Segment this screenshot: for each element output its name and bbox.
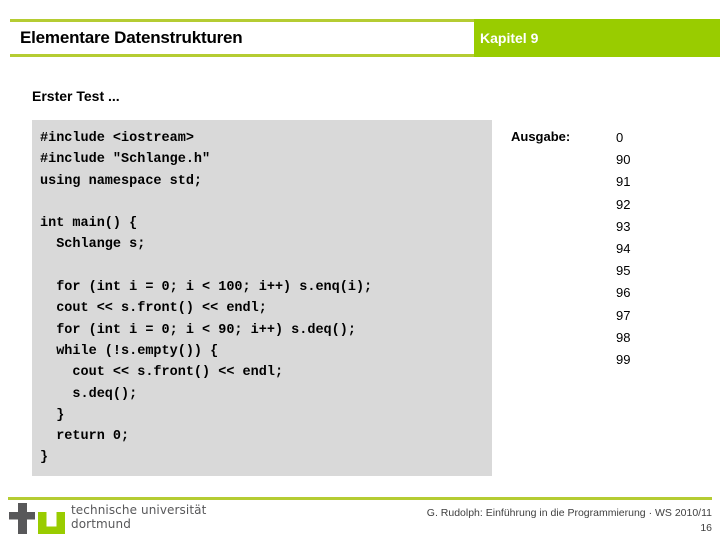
output-value: 90 xyxy=(616,152,631,168)
output-value: 99 xyxy=(616,351,631,367)
page-title: Elementare Datenstrukturen xyxy=(20,28,243,47)
output-value: 91 xyxy=(616,174,631,190)
output-value: 97 xyxy=(616,307,631,323)
code-line: int main() { xyxy=(40,216,138,232)
tu-logo-wordmark: technische universität dortmund xyxy=(71,503,207,531)
header-title-box: Elementare Datenstrukturen xyxy=(10,19,474,57)
output-value: 96 xyxy=(616,285,631,301)
code-line: #include <iostream> xyxy=(40,131,194,146)
code-line: cout << s.front() << endl; xyxy=(40,365,284,381)
code-line: #include "Schlange.h" xyxy=(40,152,211,168)
output-value: 95 xyxy=(616,263,631,279)
output-value: 92 xyxy=(616,196,631,212)
footer-credit: G. Rudolph: Einführung in die Programmie… xyxy=(426,507,712,519)
code-line: s.deq(); xyxy=(40,386,138,402)
output-value: 94 xyxy=(616,240,631,256)
code-line: return 0; xyxy=(40,429,130,445)
tu-logo-line2: dortmund xyxy=(71,516,131,531)
output-value: 0 xyxy=(616,130,624,145)
page-number: 16 xyxy=(700,522,712,534)
section-heading: Erster Test ... xyxy=(32,88,120,104)
output-value: 98 xyxy=(616,329,631,345)
output-value: 93 xyxy=(616,218,631,234)
tu-logo-line1: technische universität xyxy=(71,503,207,517)
code-line: for (int i = 0; i < 100; i++) s.enq(i); xyxy=(40,280,373,296)
chapter-label: Kapitel 9 xyxy=(480,30,539,46)
footer-divider xyxy=(8,497,712,500)
code-line: while (!s.empty()) { xyxy=(40,343,219,359)
code-line: } xyxy=(40,407,65,423)
code-line: using namespace std; xyxy=(40,173,203,189)
tu-dortmund-logo: technische universität dortmund xyxy=(9,503,206,535)
code-line: for (int i = 0; i < 90; i++) s.deq(); xyxy=(40,322,356,338)
page-header: Elementare Datenstrukturen Kapitel 9 xyxy=(0,19,720,57)
tu-logo-icon xyxy=(9,503,65,534)
output-value-list: 0 90 91 92 93 94 95 96 97 98 99 xyxy=(616,127,676,371)
code-line: cout << s.front() << endl; xyxy=(40,301,267,317)
output-label: Ausgabe: xyxy=(511,129,571,144)
code-block: #include <iostream> #include "Schlange.h… xyxy=(32,120,492,476)
header-chapter-box: Kapitel 9 xyxy=(474,19,720,57)
code-line: Schlange s; xyxy=(40,237,146,253)
code-line: } xyxy=(40,450,49,466)
